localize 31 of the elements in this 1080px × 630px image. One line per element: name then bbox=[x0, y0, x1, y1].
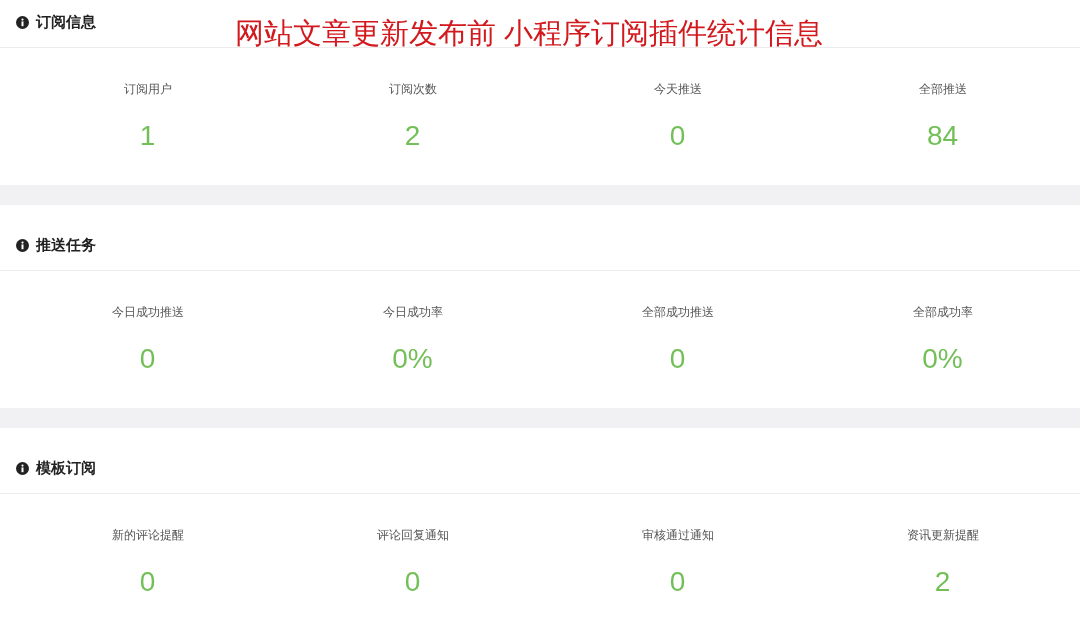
stat-label: 今日成功率 bbox=[382, 304, 443, 320]
stat-label: 全部成功推送 bbox=[641, 304, 714, 320]
stat-label: 新的评论提醒 bbox=[111, 527, 184, 543]
stat-value: 1 bbox=[139, 119, 156, 153]
info-icon bbox=[16, 15, 29, 29]
stat-label: 评论回复通知 bbox=[376, 527, 449, 543]
stat-value: 2 bbox=[934, 565, 951, 599]
stat-label: 订阅用户 bbox=[123, 81, 172, 97]
stat-label: 全部成功率 bbox=[912, 304, 973, 320]
annotation-text: 网站文章更新发布前 小程序订阅插件统计信息 bbox=[235, 16, 823, 51]
section-title: 推送任务 bbox=[36, 235, 96, 255]
stat-label: 审核通过通知 bbox=[641, 527, 714, 543]
stat-value: 0 bbox=[139, 565, 156, 599]
stat-value: 0 bbox=[669, 119, 686, 153]
stat-label: 今日成功推送 bbox=[111, 304, 184, 320]
stat-value: 0% bbox=[922, 342, 963, 376]
stat-label: 资讯更新提醒 bbox=[906, 527, 979, 543]
stat-value: 0 bbox=[669, 342, 686, 376]
stat-value: 0 bbox=[139, 342, 156, 376]
stat-value: 84 bbox=[926, 119, 959, 153]
info-icon bbox=[16, 461, 29, 475]
stat-value: 0 bbox=[669, 565, 686, 599]
stat-value: 2 bbox=[404, 119, 421, 153]
stat-value: 0% bbox=[392, 342, 433, 376]
stat-label: 今天推送 bbox=[653, 81, 702, 97]
stat-value: 0 bbox=[404, 565, 421, 599]
stat-label: 全部推送 bbox=[918, 81, 967, 97]
info-icon bbox=[16, 238, 29, 252]
section-title: 订阅信息 bbox=[36, 12, 96, 32]
section-title: 模板订阅 bbox=[36, 458, 96, 478]
stat-label: 订阅次数 bbox=[388, 81, 437, 97]
